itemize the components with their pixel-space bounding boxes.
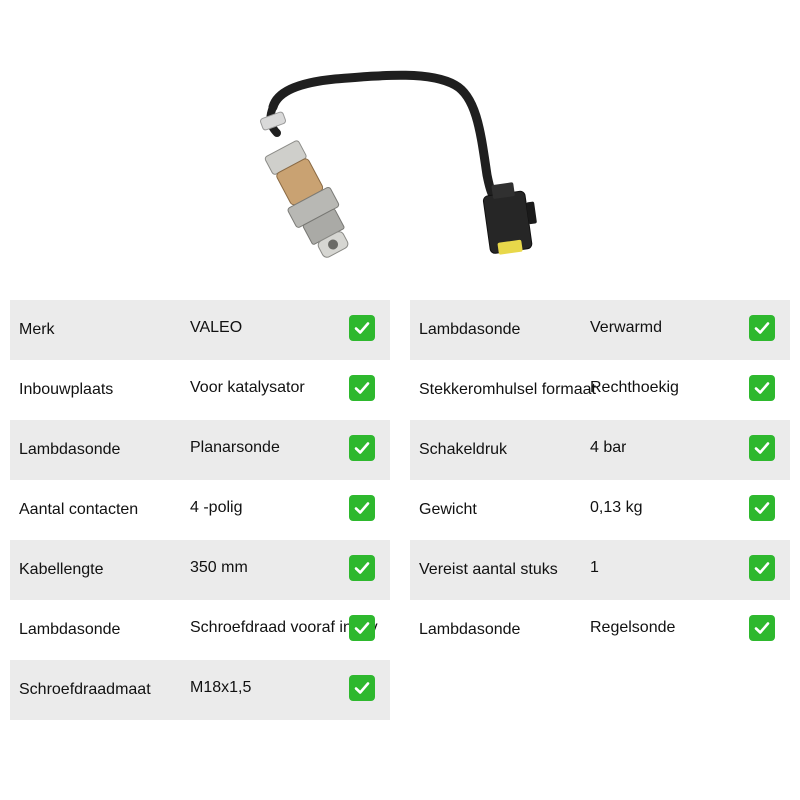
spec-label: Gewicht — [419, 501, 477, 518]
check-mark-icon — [349, 495, 375, 521]
spec-label: Schroefdraadmaat — [19, 681, 151, 698]
product-spec-page: Merk VALEO Inbouwplaats Voor katalysator… — [0, 0, 800, 800]
spec-row: Lambdasonde Planarsonde — [10, 420, 390, 480]
spec-value: Rechthoekig — [590, 379, 679, 396]
spec-value: VALEO — [190, 319, 243, 336]
spec-label: Schakeldruk — [419, 441, 508, 458]
spec-label: Vereist aantal stuks — [419, 561, 558, 578]
spec-row: Kabellengte 350 mm — [10, 540, 390, 600]
spec-value: Regelsonde — [590, 619, 676, 636]
spec-value: M18x1,5 — [190, 679, 252, 696]
spec-value: 4 bar — [590, 439, 627, 456]
spec-row: Stekkeromhulsel formaat Rechthoekig — [410, 360, 790, 420]
spec-row: Aantal contacten 4 -polig — [10, 480, 390, 540]
spec-label: Aantal contacten — [19, 501, 139, 518]
spec-row: Lambdasonde Regelsonde — [410, 600, 790, 660]
spec-table-right: Lambdasonde Verwarmd Stekkeromhulsel for… — [410, 300, 790, 660]
spec-label: Lambdasonde — [19, 621, 121, 638]
spec-value: Voor katalysator — [190, 379, 305, 396]
product-image — [260, 70, 537, 258]
spec-value: 350 mm — [190, 559, 248, 576]
spec-value: Planarsonde — [190, 439, 280, 456]
spec-label: Merk — [19, 321, 55, 338]
spec-label: Lambdasonde — [419, 621, 521, 638]
spec-row: Inbouwplaats Voor katalysator — [10, 360, 390, 420]
spec-value: 4 -polig — [190, 499, 243, 516]
check-mark-icon — [349, 555, 375, 581]
spec-table-left: Merk VALEO Inbouwplaats Voor katalysator… — [10, 300, 390, 720]
spec-row: Schroefdraadmaat M18x1,5 — [10, 660, 390, 720]
check-mark-icon — [749, 495, 775, 521]
spec-row: Lambdasonde Verwarmd — [410, 300, 790, 360]
spec-value: 1 — [590, 559, 599, 576]
check-mark-icon — [749, 615, 775, 641]
spec-label: Lambdasonde — [19, 441, 121, 458]
spec-label: Inbouwplaats — [19, 381, 114, 398]
spec-label: Kabellengte — [19, 561, 104, 578]
spec-row: Gewicht 0,13 kg — [410, 480, 790, 540]
check-mark-icon — [349, 315, 375, 341]
spec-row: Schakeldruk 4 bar — [410, 420, 790, 480]
check-mark-icon — [749, 375, 775, 401]
spec-row: Merk VALEO — [10, 300, 390, 360]
check-mark-icon — [349, 675, 375, 701]
check-mark-icon — [349, 435, 375, 461]
spec-value: 0,13 kg — [590, 499, 643, 516]
spec-row: Lambdasonde Schroefdraad vooraf ingev — [10, 600, 390, 660]
spec-row: Vereist aantal stuks 1 — [410, 540, 790, 600]
spec-value: Verwarmd — [590, 319, 663, 336]
check-mark-icon — [749, 555, 775, 581]
check-mark-icon — [349, 615, 375, 641]
check-mark-icon — [749, 315, 775, 341]
check-mark-icon — [349, 375, 375, 401]
spec-label: Stekkeromhulsel formaat — [419, 381, 596, 398]
check-mark-icon — [749, 435, 775, 461]
spec-label: Lambdasonde — [419, 321, 521, 338]
